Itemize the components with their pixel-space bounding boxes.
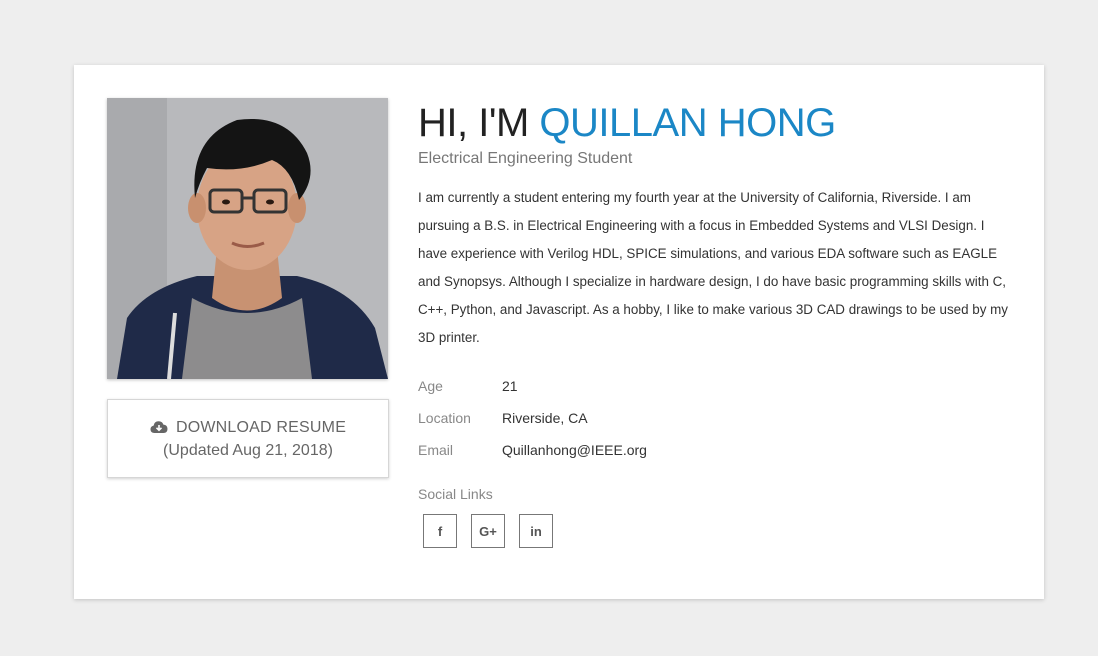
info-value: Riverside, CA [502,410,588,426]
profile-subtitle: Electrical Engineering Student [418,150,633,167]
cloud-download-icon [150,420,168,439]
google-plus-button[interactable]: G+ [471,514,505,548]
profile-bio: I am currently a student entering my fou… [418,190,1008,345]
resume-updated-date: (Updated Aug 21, 2018) [163,442,333,459]
info-value: 21 [502,378,518,394]
linkedin-icon: in [530,523,542,539]
info-value: Quillanhong@IEEE.org [502,442,647,458]
info-row-location: Location Riverside, CA [418,402,1018,434]
page-title: HI, I'M QUILLAN HONG [418,103,1018,143]
info-label: Location [418,410,471,426]
download-resume-label: DOWNLOAD RESUME [175,419,347,436]
profile-card: DOWNLOAD RESUME (Updated Aug 21, 2018) H… [74,65,1044,599]
profile-photo [107,98,388,379]
facebook-button[interactable]: f [423,514,457,548]
profile-name: QUILLAN HONG [539,101,836,145]
linkedin-button[interactable]: in [519,514,553,548]
info-label: Email [418,442,454,458]
social-links-title: Social Links [418,486,493,502]
info-label: Age [418,378,443,394]
social-links: f G+ in [423,514,1018,548]
greeting: HI, I'M [418,101,529,145]
info-row-email: Email Quillanhong@IEEE.org [418,434,1018,466]
info-list: Age 21 Location Riverside, CA Email Quil… [418,370,1018,466]
google-plus-icon: G+ [479,523,497,539]
download-resume-button[interactable]: DOWNLOAD RESUME (Updated Aug 21, 2018) [107,399,389,478]
facebook-icon: f [437,523,443,539]
info-row-age: Age 21 [418,370,1018,402]
